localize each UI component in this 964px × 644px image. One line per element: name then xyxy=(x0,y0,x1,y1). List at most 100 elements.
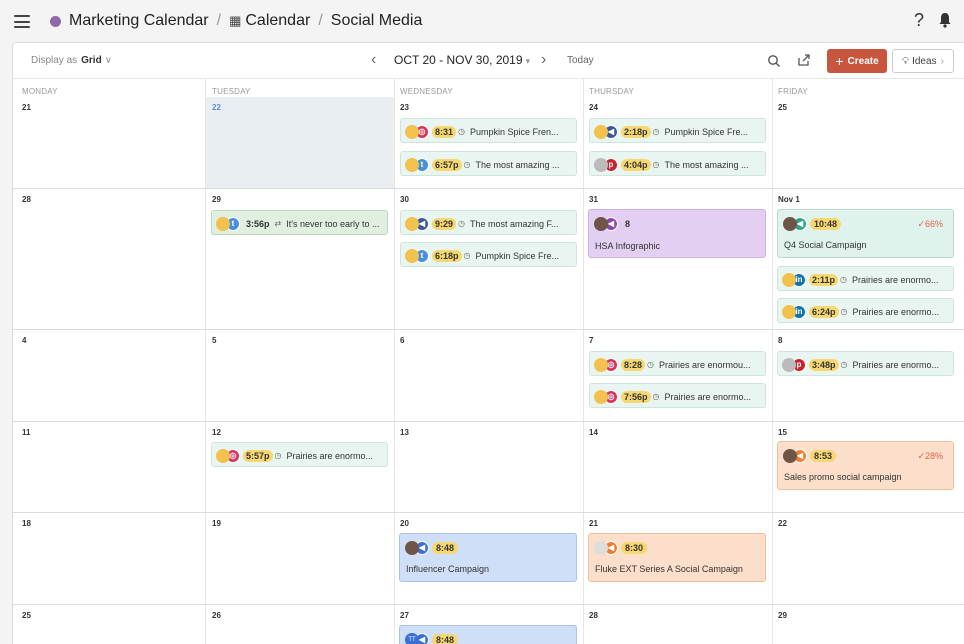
event-time: 2:18p xyxy=(621,125,651,138)
next-period-button[interactable]: › xyxy=(541,51,546,69)
date-number: 29 xyxy=(778,611,787,620)
event-title: Prairies are enormo... xyxy=(852,306,940,317)
post-event[interactable]: t 6:57p ◷ The most amazing ... xyxy=(400,151,577,176)
column-divider xyxy=(394,79,395,644)
campaign-fluke-ext[interactable]: ◀ 8:30 Fluke EXT Series A Social Campaign xyxy=(588,533,766,582)
clock-icon: ◷ xyxy=(274,451,282,460)
post-event[interactable]: ◎ 7:56p ◷ Prairies are enormo... xyxy=(589,383,766,408)
post-event[interactable]: ◎ 5:57p ◷ Prairies are enormo... xyxy=(211,442,388,467)
date-number: 20 xyxy=(400,519,409,528)
date-number: 30 xyxy=(400,195,409,204)
post-event[interactable]: t 3:56p ⇄ It's never too early to ... xyxy=(211,210,388,235)
clock-icon: ◷ xyxy=(463,160,471,169)
campaign-influencer[interactable]: ◀ 8:48 Influencer Campaign xyxy=(399,533,577,582)
breadcrumb-separator: / xyxy=(318,12,323,29)
event-title: Prairies are enormo... xyxy=(852,359,940,370)
breadcrumb-marketing-calendar[interactable]: Marketing Calendar xyxy=(69,12,209,30)
post-event[interactable]: ◀ 9:29 ◷ The most amazing F... xyxy=(400,210,577,235)
search-icon[interactable] xyxy=(767,54,781,68)
breadcrumb-calendar[interactable]: Calendar xyxy=(245,12,310,30)
plus-icon: + xyxy=(835,53,844,69)
date-number: 7 xyxy=(589,336,594,345)
campaign-time: 8:53 xyxy=(810,449,837,462)
display-as-label: Display as xyxy=(31,55,78,66)
event-title: The most amazing F... xyxy=(470,218,559,229)
campaign-sales-promo[interactable]: ◀ 8:53 ✓28% Sales promo social campaign xyxy=(777,441,954,490)
chevron-down-icon: ▾ xyxy=(525,56,531,66)
clock-icon: ◷ xyxy=(458,219,465,228)
clock-icon: ◷ xyxy=(463,251,471,260)
avatar xyxy=(594,124,608,139)
date-number: 28 xyxy=(22,195,31,204)
create-button-label: Create xyxy=(847,55,879,67)
date-number: 13 xyxy=(400,428,409,437)
avatar xyxy=(594,540,608,555)
bell-icon[interactable] xyxy=(938,12,952,28)
campaign-progress: ✓28% xyxy=(917,451,943,461)
event-time: 8:31 xyxy=(432,125,457,138)
display-as-dropdown[interactable]: Display as Grid ∨ xyxy=(31,55,112,66)
post-event[interactable]: ◎ 8:31 ◷ Pumpkin Spice Fren... xyxy=(400,118,577,143)
event-time: 3:48p xyxy=(809,358,839,371)
menu-icon[interactable] xyxy=(14,15,30,28)
row-divider xyxy=(13,604,964,605)
chevron-down-icon: ∨ xyxy=(104,55,113,66)
event-title: Pumpkin Spice Fre... xyxy=(664,126,749,137)
campaign-q4-social[interactable]: ◀ 10:48 ✓66% Q4 Social Campaign xyxy=(777,209,954,258)
event-time: 5:57p xyxy=(243,449,273,462)
campaign-title: Sales promo social campaign xyxy=(784,472,902,482)
column-divider xyxy=(583,79,584,644)
campaign-hsa-infographic[interactable]: ◀ 8 HSA Infographic xyxy=(588,209,766,258)
event-title: Prairies are enormo... xyxy=(286,450,374,461)
date-number: 5 xyxy=(212,336,217,345)
date-range-picker[interactable]: OCT 20 - NOV 30, 2019 ▾ xyxy=(394,53,530,67)
day-header-monday: MONDAY xyxy=(22,87,58,96)
previous-period-button[interactable]: ‹ xyxy=(371,51,376,69)
event-time: 8:28 xyxy=(621,358,646,371)
post-event[interactable]: in 6:24p ◷ Prairies are enormo... xyxy=(777,298,954,323)
campaign-title: HSA Infographic xyxy=(595,241,661,251)
event-time: 6:18p xyxy=(432,249,462,262)
date-number-today: 22 xyxy=(212,103,221,112)
clock-icon: ◷ xyxy=(840,275,847,284)
event-title: The most amazing ... xyxy=(664,159,749,170)
help-icon[interactable]: ? xyxy=(914,10,924,31)
day-header-wednesday: WEDNESDAY xyxy=(400,87,453,96)
post-event[interactable]: t 6:18p ◷ Pumpkin Spice Fre... xyxy=(400,242,577,267)
avatar xyxy=(783,448,797,463)
post-event[interactable]: ◎ 8:28 ◷ Prairies are enormou... xyxy=(589,351,766,376)
breadcrumb-social-media[interactable]: Social Media xyxy=(331,12,423,30)
avatar xyxy=(405,157,419,172)
event-time: 2:11p xyxy=(809,273,839,286)
avatar xyxy=(405,540,419,555)
campaign-progress: ✓66% xyxy=(917,219,943,229)
date-number: 14 xyxy=(589,428,598,437)
post-event[interactable]: p 4:04p ◷ The most amazing ... xyxy=(589,151,766,176)
breadcrumb: Marketing Calendar / ▦ Calendar / Social… xyxy=(50,12,422,30)
avatar xyxy=(594,216,608,231)
date-range-label: OCT 20 - NOV 30, 2019 xyxy=(394,53,523,67)
post-event[interactable]: ◀ 2:18p ◷ Pumpkin Spice Fre... xyxy=(589,118,766,143)
day-header-thursday: THURSDAY xyxy=(589,87,635,96)
share-icon[interactable] xyxy=(797,53,811,67)
post-event[interactable]: in 2:11p ◷ Prairies are enormo... xyxy=(777,266,954,291)
day-header-friday: FRIDAY xyxy=(778,87,808,96)
event-time: 4:04p xyxy=(621,158,651,171)
row-divider xyxy=(13,188,964,189)
calendar-toolbar: Display as Grid ∨ ‹ OCT 20 - NOV 30, 2019 ▾… xyxy=(13,43,964,79)
avatar xyxy=(782,272,796,287)
ideas-button[interactable]: 💡︎ Ideas › xyxy=(892,49,954,73)
event-title: Prairies are enormou... xyxy=(659,359,751,370)
event-time: 3:56p xyxy=(246,218,270,229)
display-as-value: Grid xyxy=(81,55,102,66)
create-button[interactable]: + Create xyxy=(827,49,887,73)
event-time: 9:29 xyxy=(432,217,457,230)
date-number: 21 xyxy=(22,103,31,112)
post-event[interactable]: p 3:48p ◷ Prairies are enormo... xyxy=(777,351,954,376)
avatar xyxy=(405,248,419,263)
campaign-nov-27[interactable]: TT ◀ 8:48 xyxy=(399,625,577,644)
event-title: Prairies are enormo... xyxy=(664,391,752,402)
clock-icon: ◷ xyxy=(840,360,848,369)
today-button[interactable]: Today xyxy=(567,55,594,66)
date-number: 27 xyxy=(400,611,409,620)
